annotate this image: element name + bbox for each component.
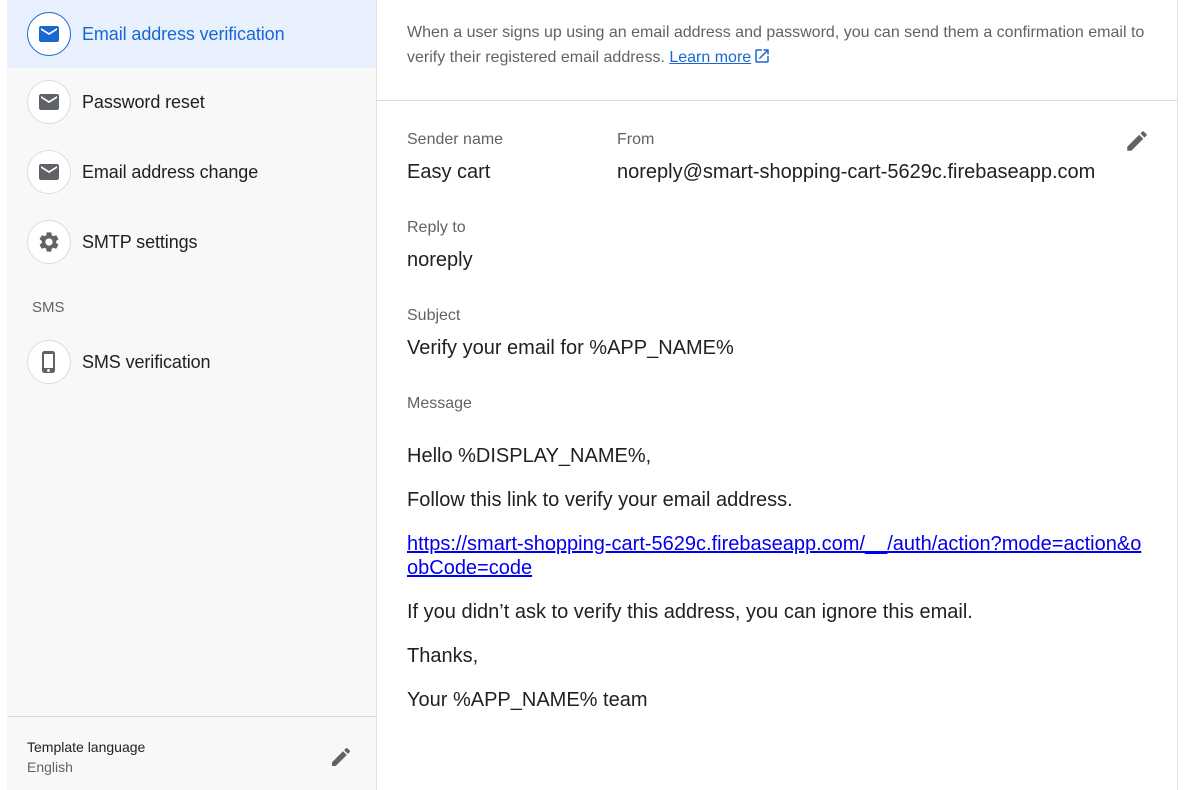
message-signature: Your %APP_NAME% team (407, 689, 648, 711)
phone-icon (27, 340, 71, 384)
email-icon (27, 12, 71, 56)
left-margin (0, 0, 7, 790)
sms-section-label: SMS (32, 299, 65, 316)
sidebar-item-password-reset[interactable]: Password reset (7, 68, 376, 136)
template-sidebar: Email address verification Password rese… (7, 0, 377, 790)
right-margin (1177, 0, 1191, 790)
gear-icon (27, 220, 71, 264)
template-detail: When a user signs up using an email addr… (377, 0, 1178, 790)
message-label: Message (407, 395, 472, 412)
sidebar-item-label: SMS verification (82, 351, 211, 372)
message-instruction: Follow this link to verify your email ad… (407, 489, 793, 511)
sidebar-item-smtp-settings[interactable]: SMTP settings (7, 208, 376, 276)
sidebar-item-email-change[interactable]: Email address change (7, 138, 376, 206)
reply-to-label: Reply to (407, 219, 466, 236)
template-language-panel: Template language English (7, 716, 376, 790)
description-text: When a user signs up using an email addr… (407, 24, 1145, 66)
verification-link[interactable]: https://smart-shopping-cart-5629c.fireba… (407, 532, 1152, 580)
sender-name-label: Sender name (407, 131, 504, 148)
edit-template-button[interactable] (1122, 126, 1152, 156)
sidebar-item-sms-verification[interactable]: SMS verification (7, 328, 376, 396)
message-thanks: Thanks, (407, 645, 479, 667)
subject-label: Subject (407, 307, 461, 324)
reply-to-value: noreply (407, 249, 473, 271)
pencil-icon (332, 747, 351, 766)
message-ignore-note: If you didn’t ask to verify this address… (407, 601, 973, 623)
sidebar-item-email-verification[interactable]: Email address verification (7, 0, 376, 68)
message-greeting: Hello %DISPLAY_NAME%, (407, 445, 652, 467)
from-value: noreply@smart-shopping-cart-5629c.fireba… (617, 161, 1096, 183)
email-icon (27, 80, 71, 124)
sidebar-item-label: Email address change (82, 161, 259, 182)
sidebar-item-label: Password reset (82, 91, 205, 112)
learn-more-link[interactable]: Learn more (669, 49, 771, 66)
sidebar-item-label: Email address verification (82, 23, 285, 44)
from-label: From (617, 131, 655, 148)
email-icon (27, 150, 71, 194)
external-link-icon (755, 49, 769, 63)
template-description: When a user signs up using an email addr… (407, 20, 1147, 70)
template-language-value: English (27, 759, 73, 775)
divider (377, 100, 1178, 101)
edit-template-language-button[interactable] (327, 743, 355, 771)
pencil-icon (1127, 131, 1147, 151)
sender-name-value: Easy cart (407, 161, 491, 183)
template-language-title: Template language (27, 739, 146, 755)
sidebar-item-label: SMTP settings (82, 231, 198, 252)
subject-value: Verify your email for %APP_NAME% (407, 337, 734, 359)
